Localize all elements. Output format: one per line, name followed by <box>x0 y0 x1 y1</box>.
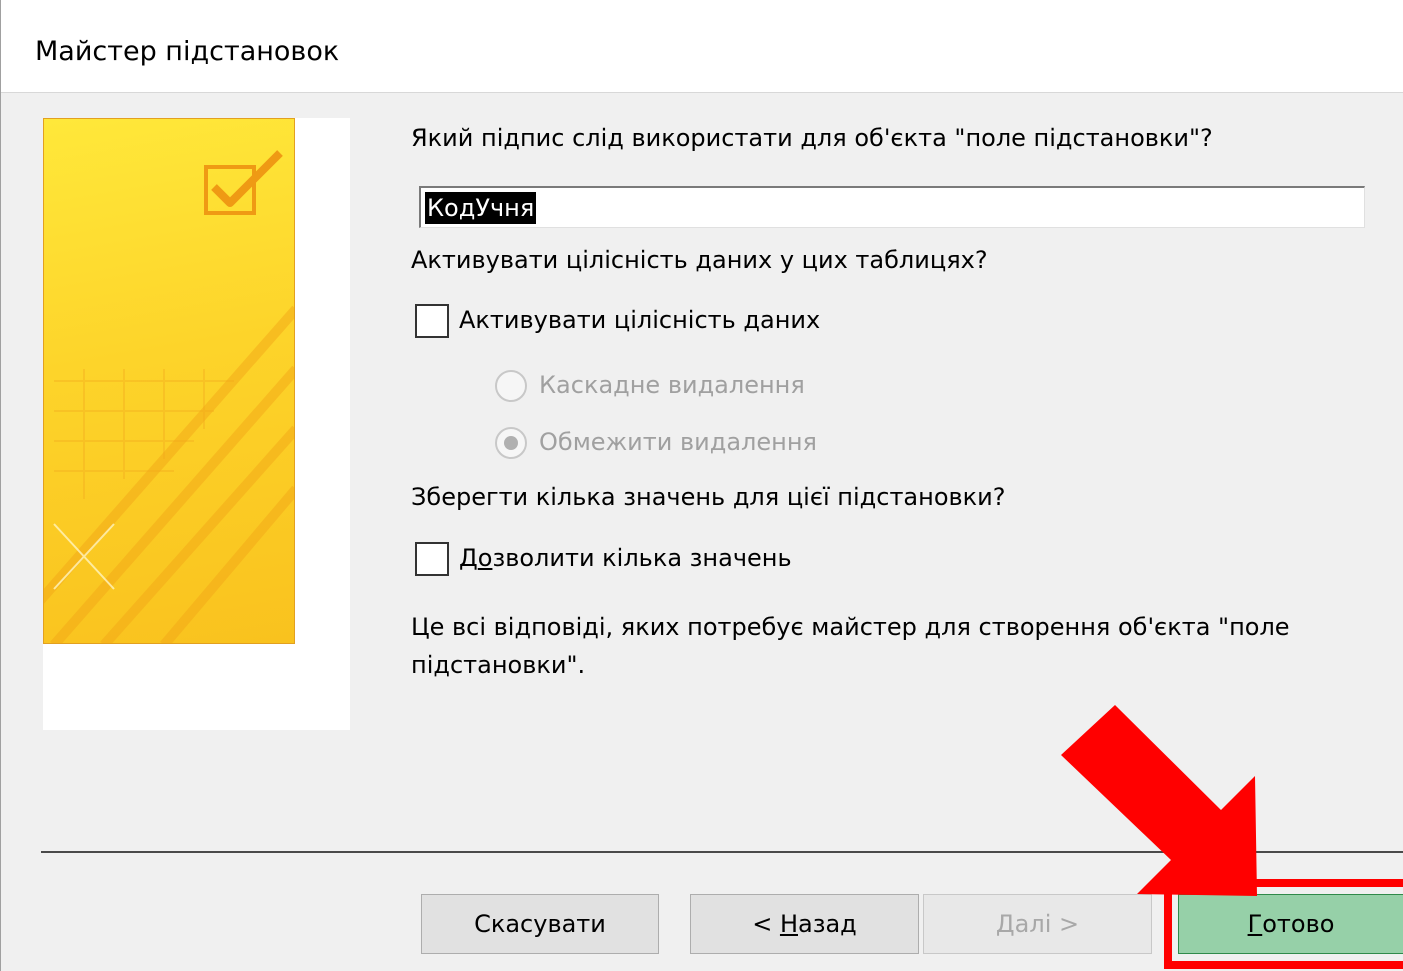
multivalue-question: Зберегти кілька значень для цієї підстан… <box>411 483 1006 511</box>
summary-line-2: підстановки". <box>411 651 586 679</box>
lookup-wizard-window: Майстер підстановок Який підпис слід вик… <box>0 0 1403 971</box>
integrity-question: Активувати цілісність даних у цих таблиц… <box>411 246 988 274</box>
wizard-graphic-icon <box>44 150 294 643</box>
allow-multiple-values-label[interactable]: Дозволити кілька значень <box>459 540 792 576</box>
title-bar: Майстер підстановок <box>1 0 1403 93</box>
caption-input-value: КодУчня <box>425 192 537 224</box>
caption-question: Який підпис слід використати для об'єкта… <box>411 124 1213 152</box>
radio-selected-dot <box>504 436 518 450</box>
cascade-delete-radio[interactable] <box>495 370 527 402</box>
next-button[interactable]: Далі > <box>923 894 1152 954</box>
enable-integrity-label[interactable]: Активувати цілісність даних <box>459 302 820 338</box>
allow-multiple-values-checkbox[interactable] <box>415 542 449 576</box>
enable-integrity-checkbox[interactable] <box>415 304 449 338</box>
summary-line-1: Це всі відповіді, яких потребує майстер … <box>411 613 1290 641</box>
caption-input[interactable]: КодУчня <box>419 186 1365 228</box>
window-title: Майстер підстановок <box>35 36 340 67</box>
wizard-illustration-panel <box>43 118 350 730</box>
restrict-delete-radio[interactable] <box>495 427 527 459</box>
restrict-delete-label: Обмежити видалення <box>539 428 817 456</box>
back-button[interactable]: < Назад <box>690 894 919 954</box>
finish-button[interactable]: Готово <box>1178 894 1403 954</box>
button-separator <box>41 851 1403 853</box>
cancel-button[interactable]: Скасувати <box>421 894 659 954</box>
cascade-delete-label: Каскадне видалення <box>539 371 805 399</box>
red-arrow-icon <box>1061 705 1257 896</box>
wizard-illustration <box>43 118 295 644</box>
